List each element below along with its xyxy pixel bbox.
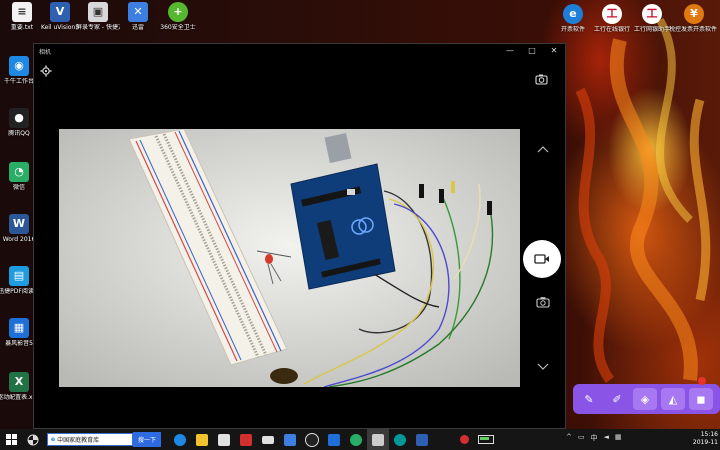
- taskbar-app-baofeng[interactable]: [323, 429, 345, 450]
- photo-mode-camera-icon[interactable]: [536, 296, 550, 308]
- taskbar-app-arduino[interactable]: [389, 429, 411, 450]
- camera-window: 相机 — □ ✕: [33, 43, 566, 429]
- word-icon: W: [9, 214, 29, 234]
- keil-icon: [416, 433, 429, 446]
- maximize-button[interactable]: □: [521, 44, 543, 58]
- shoe-tool-icon[interactable]: ◭: [661, 388, 685, 410]
- desktop-icon-thunder[interactable]: ✕ 迅雷: [116, 2, 160, 32]
- ime-icon[interactable]: 中: [591, 433, 598, 443]
- record-dot-icon: [459, 435, 469, 444]
- video-camera-icon: [534, 254, 549, 264]
- video-record-button[interactable]: [523, 240, 561, 278]
- desktop-icon-screen-recorder[interactable]: ▣ 屏录专家 - 快捷方式: [76, 2, 120, 32]
- camera-titlebar[interactable]: 相机 — □ ✕: [34, 44, 565, 58]
- keyboard-icon[interactable]: ▦: [615, 433, 622, 443]
- keil-icon: V: [50, 2, 70, 22]
- taskbar-app-explorer[interactable]: [191, 429, 213, 450]
- icbc-helper-icon: 工: [642, 4, 662, 24]
- taskbar-clock[interactable]: 15:16 2019-11: [693, 431, 718, 447]
- battery-icon: [478, 435, 495, 444]
- pdf-reader-icon: ▤: [9, 266, 29, 286]
- screen-recorder-icon: ▣: [88, 2, 108, 22]
- taskbar-app-qq[interactable]: [301, 429, 323, 450]
- minimize-button[interactable]: —: [499, 44, 521, 58]
- pinwheel-icon: [27, 434, 39, 445]
- wechat-icon: [350, 433, 363, 446]
- file-explorer-icon: [196, 433, 209, 446]
- notification-dot: [698, 377, 706, 385]
- baofeng-icon: ▦: [9, 318, 29, 338]
- thunder-icon: [284, 433, 297, 446]
- taskbar-app-wechat[interactable]: [345, 429, 367, 450]
- wechat-icon: ◔: [9, 162, 29, 182]
- desktop-icon-invoice[interactable]: e 开票软件: [551, 4, 595, 34]
- windows-logo-icon: [5, 434, 17, 445]
- window-title: 相机: [39, 48, 52, 56]
- icbc-icon: 工: [602, 4, 622, 24]
- taskbar-search: e 中国家庭教育库 搜一下: [47, 432, 162, 447]
- close-button[interactable]: ✕: [543, 44, 565, 58]
- qianniu-icon: ◉: [9, 56, 29, 76]
- mail-icon: [262, 435, 275, 444]
- invoice-icon: e: [563, 4, 583, 24]
- edge-icon: [174, 433, 187, 446]
- gear-icon[interactable]: [40, 65, 52, 77]
- taskbar-battery[interactable]: [475, 429, 497, 450]
- bag-tool-icon[interactable]: ◈: [633, 388, 657, 410]
- clock-time: 15:16: [700, 431, 718, 438]
- shield-360-icon: +: [168, 2, 188, 22]
- floating-toolbar: ✎ ✐ ◈ ◭ ◼: [573, 384, 720, 414]
- volume-icon[interactable]: ◄: [604, 433, 609, 443]
- brush-tool-icon[interactable]: ✎: [577, 388, 601, 410]
- system-tray: ^ ▭ 中 ◄ ▦: [566, 433, 622, 443]
- desktop-icon-360[interactable]: + 360安全卫士: [156, 2, 200, 32]
- photo-timer-icon[interactable]: [535, 72, 549, 86]
- clock-date: 2019-11: [692, 439, 718, 446]
- taskbar-app-thunder[interactable]: [279, 429, 301, 450]
- shirt-tool-icon[interactable]: ◼: [689, 388, 713, 410]
- search-button[interactable]: 搜一下: [133, 432, 162, 447]
- viewfinder-scene: [59, 129, 520, 387]
- camera-icon: [372, 433, 385, 446]
- desktop-icon-icbc-online[interactable]: 工 工行在线银行: [590, 4, 634, 34]
- tax-invoice-icon: ¥: [684, 4, 704, 24]
- ie-icon: e: [51, 436, 56, 443]
- taskbar-app-keil[interactable]: [411, 429, 433, 450]
- red-app-icon: [240, 433, 253, 446]
- taskbar-record-indicator[interactable]: [453, 429, 475, 450]
- desktop-icon-tax-invoice[interactable]: ¥ 税控发票开票软件（金税...: [669, 4, 719, 34]
- store-icon: [218, 433, 231, 446]
- camera-viewfinder[interactable]: [59, 129, 520, 387]
- taskbar-app-store[interactable]: [213, 429, 235, 450]
- desktop-icon-icbc-helper[interactable]: 工 工行网银助手: [630, 4, 674, 34]
- taskbar-app-mail[interactable]: [257, 429, 279, 450]
- arduino-icon: [394, 433, 407, 446]
- thunder-icon: ✕: [128, 2, 148, 22]
- taskbar-app-camera[interactable]: [367, 429, 390, 450]
- taskbar-app-edge[interactable]: [169, 429, 191, 450]
- qq-penguin-icon: [305, 432, 320, 447]
- task-view-button[interactable]: [22, 429, 44, 450]
- baofeng-icon: [328, 433, 341, 446]
- text-file-icon: ≡: [12, 2, 32, 22]
- qq-penguin-icon: ●: [9, 108, 29, 128]
- excel-icon: X: [9, 372, 29, 392]
- chevron-up-icon[interactable]: [536, 144, 550, 154]
- search-input[interactable]: e 中国家庭教育库: [47, 433, 133, 446]
- chevron-up-tray-icon[interactable]: ^: [566, 433, 572, 443]
- network-icon[interactable]: ▭: [578, 433, 585, 443]
- taskbar-app-red[interactable]: [235, 429, 257, 450]
- chevron-down-icon[interactable]: [536, 362, 550, 372]
- pen-tool-icon[interactable]: ✐: [605, 388, 629, 410]
- start-button[interactable]: [0, 429, 22, 450]
